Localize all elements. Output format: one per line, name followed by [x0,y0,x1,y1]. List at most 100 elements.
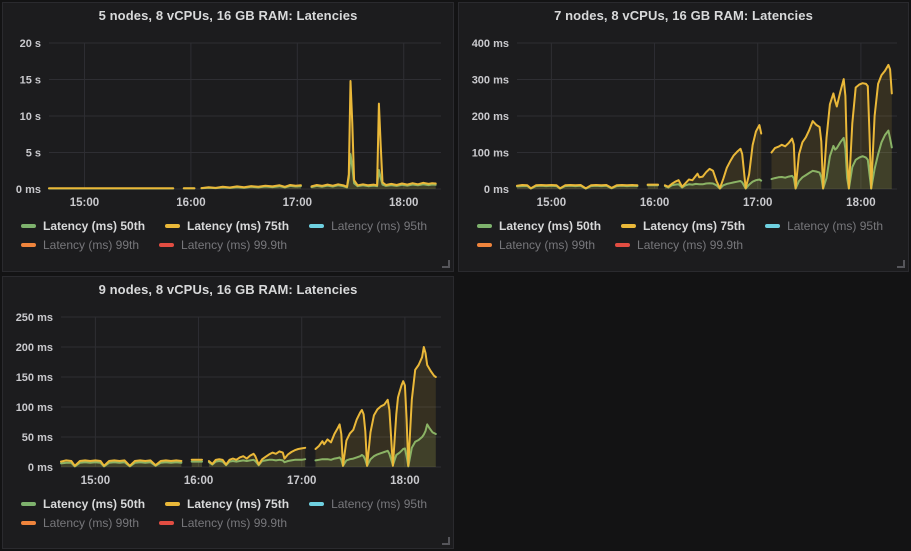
legend-swatch-icon [21,502,36,506]
panel-header[interactable]: 5 nodes, 8 vCPUs, 16 GB RAM: Latencies [3,3,453,27]
legend-item[interactable]: Latency (ms) 75th [165,219,289,233]
legend-item[interactable]: Latency (ms) 75th [621,219,745,233]
legend-label: Latency (ms) 99th [43,516,139,530]
legend-item[interactable]: Latency (ms) 99th [477,238,595,252]
legend-swatch-icon [765,224,780,228]
chart-legend: Latency (ms) 50th Latency (ms) 75th Latenc… [3,213,453,254]
legend-item[interactable]: Latency (ms) 95th [309,497,427,511]
series-fill [209,448,305,467]
legend-label: Latency (ms) 99.9th [637,238,743,252]
y-axis-tick-label: 5 s [26,148,41,160]
legend-swatch-icon [477,243,492,247]
series-line [312,81,436,187]
y-axis-tick-label: 20 s [20,38,41,50]
x-axis-tick-label: 17:00 [287,475,316,487]
legend-row: Latency (ms) 50th Latency (ms) 75th Latenc… [477,216,900,235]
legend-swatch-icon [21,243,36,247]
series-line [312,154,436,187]
legend-item[interactable]: Latency (ms) 99.9th [615,238,743,252]
y-axis-tick-label: 50 ms [22,432,53,444]
panel-resize-handle-icon[interactable] [897,260,905,268]
x-axis-tick-label: 15:00 [70,197,99,209]
panel-resize-handle-icon[interactable] [442,537,450,545]
legend-label: Latency (ms) 75th [187,497,289,511]
legend-label: Latency (ms) 99.9th [181,238,287,252]
y-axis-tick-label: 200 ms [472,111,509,123]
x-axis-tick-label: 16:00 [176,197,205,209]
y-axis-tick-label: 300 ms [472,75,509,87]
series-fill [665,125,761,189]
legend-item[interactable]: Latency (ms) 50th [21,219,145,233]
legend-swatch-icon [21,224,36,228]
legend-swatch-icon [309,224,324,228]
legend-label: Latency (ms) 95th [331,497,427,511]
legend-item[interactable]: Latency (ms) 75th [165,497,289,511]
legend-label: Latency (ms) 99th [43,238,139,252]
panel-title: 9 nodes, 8 vCPUs, 16 GB RAM: Latencies [99,282,358,297]
legend-swatch-icon [309,502,324,506]
legend-item[interactable]: Latency (ms) 99.9th [159,238,287,252]
series-fill [192,460,202,467]
x-axis-tick-label: 17:00 [743,197,772,209]
x-axis-tick-label: 18:00 [389,197,418,209]
y-axis-tick-label: 250 ms [16,312,53,324]
y-axis-tick-label: 0 ms [16,184,41,196]
y-axis-tick-label: 0 ms [484,184,509,196]
panel-header[interactable]: 7 nodes, 8 vCPUs, 16 GB RAM: Latencies [459,3,908,27]
y-axis-tick-label: 100 ms [16,402,53,414]
legend-item[interactable]: Latency (ms) 50th [477,219,601,233]
panel-7-nodes-latencies: 7 nodes, 8 vCPUs, 16 GB RAM: Latencies 4… [458,2,909,272]
legend-item[interactable]: Latency (ms) 95th [309,219,427,233]
legend-item[interactable]: Latency (ms) 99th [21,516,139,530]
legend-label: Latency (ms) 75th [643,219,745,233]
latency-chart-7-nodes[interactable]: 400 ms 300 ms 200 ms 100 ms 0 ms 15:00 16:00 17… [461,27,905,213]
legend-label: Latency (ms) 99.9th [181,516,287,530]
legend-item[interactable]: Latency (ms) 95th [765,219,883,233]
panel-title: 7 nodes, 8 vCPUs, 16 GB RAM: Latencies [554,8,813,23]
legend-swatch-icon [621,224,636,228]
legend-label: Latency (ms) 95th [787,219,883,233]
y-axis-tick-label: 200 ms [16,342,53,354]
legend-swatch-icon [21,521,36,525]
legend-item[interactable]: Latency (ms) 99.9th [159,516,287,530]
y-axis-tick-label: 100 ms [472,148,509,160]
legend-row: Latency (ms) 50th Latency (ms) 75th Latenc… [21,494,445,513]
latency-chart-9-nodes[interactable]: 250 ms 200 ms 150 ms 100 ms 50 ms 0 ms 15:00 16… [5,301,449,491]
y-axis-tick-label: 150 ms [16,372,53,384]
legend-label: Latency (ms) 95th [331,219,427,233]
x-axis-tick-label: 16:00 [184,475,213,487]
legend-swatch-icon [615,243,630,247]
legend-swatch-icon [165,224,180,228]
legend-label: Latency (ms) 99th [499,238,595,252]
legend-row: Latency (ms) 50th Latency (ms) 75th Latenc… [21,216,445,235]
legend-item[interactable]: Latency (ms) 99th [21,238,139,252]
chart-legend: Latency (ms) 50th Latency (ms) 75th Latenc… [3,491,453,532]
y-axis-tick-label: 0 ms [28,462,53,474]
panel-header[interactable]: 9 nodes, 8 vCPUs, 16 GB RAM: Latencies [3,277,453,301]
y-axis-tick-label: 10 s [20,111,41,123]
chart-legend: Latency (ms) 50th Latency (ms) 75th Latenc… [459,213,908,254]
panel-5-nodes-latencies: 5 nodes, 8 vCPUs, 16 GB RAM: Latencies 2… [2,2,454,272]
x-axis-tick-label: 15:00 [81,475,110,487]
panel-9-nodes-latencies: 9 nodes, 8 vCPUs, 16 GB RAM: Latencies 2… [2,276,454,549]
legend-row: Latency (ms) 99th Latency (ms) 99.9th [477,235,900,254]
legend-label: Latency (ms) 50th [43,219,145,233]
x-axis-tick-label: 16:00 [640,197,669,209]
y-axis-tick-label: 15 s [20,75,41,87]
x-axis-tick-label: 18:00 [390,475,419,487]
legend-item[interactable]: Latency (ms) 50th [21,497,145,511]
legend-row: Latency (ms) 99th Latency (ms) 99.9th [21,513,445,532]
latency-chart-5-nodes[interactable]: 20 s 15 s 10 s 5 s 0 ms 15:00 16:00 17:00 18:00 [5,27,449,213]
legend-swatch-icon [159,243,174,247]
x-axis-tick-label: 17:00 [283,197,312,209]
legend-label: Latency (ms) 50th [43,497,145,511]
legend-label: Latency (ms) 75th [187,219,289,233]
series-fill [312,81,436,189]
legend-swatch-icon [477,224,492,228]
y-axis-tick-label: 400 ms [472,38,509,50]
legend-label: Latency (ms) 50th [499,219,601,233]
x-axis-tick-label: 15:00 [537,197,566,209]
panel-resize-handle-icon[interactable] [442,260,450,268]
legend-swatch-icon [165,502,180,506]
legend-row: Latency (ms) 99th Latency (ms) 99.9th [21,235,445,254]
